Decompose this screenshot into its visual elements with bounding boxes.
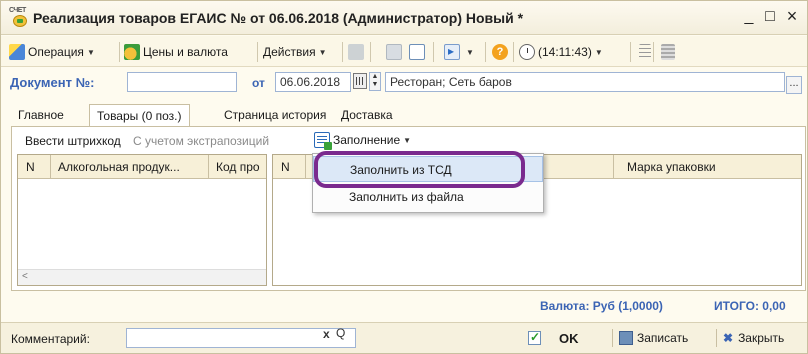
date-spinner[interactable]: ▲ ▼: [369, 72, 381, 91]
horizontal-scrollbar[interactable]: <: [18, 269, 266, 285]
tab-goods[interactable]: Товары (0 поз.): [89, 104, 190, 127]
store-select-button[interactable]: ...: [786, 76, 802, 94]
ok-icon: [528, 330, 541, 345]
time-label: (14:11:43): [538, 45, 592, 59]
store-field[interactable]: Ресторан; Сеть баров: [385, 72, 785, 92]
close-window-button[interactable]: ×: [783, 6, 801, 27]
unpost-icon: [386, 44, 402, 60]
bottom-bar: Комментарий: x Q OK Записать ✖ Закрыть: [1, 322, 807, 353]
coins-icon: [124, 44, 140, 60]
chevron-down-icon: ▼: [594, 47, 603, 57]
operation-button[interactable]: Операция ▼: [9, 43, 95, 61]
chevron-down-icon: ▼: [318, 47, 327, 57]
col-n[interactable]: N: [26, 160, 35, 174]
document-number-field[interactable]: [127, 72, 237, 92]
document-icon: СЧЕТ: [9, 7, 31, 29]
calendar-icon[interactable]: [353, 73, 367, 89]
close-button[interactable]: ✖ Закрыть: [723, 327, 784, 349]
actions-label: Действия: [263, 45, 316, 59]
spin-down-icon[interactable]: ▼: [370, 81, 380, 89]
clock-icon: [519, 44, 535, 60]
maximize-button[interactable]: □: [761, 8, 779, 26]
tab-history[interactable]: Страница история: [217, 104, 333, 126]
print-doc-button[interactable]: [409, 43, 428, 61]
tab-main[interactable]: Главное: [11, 104, 71, 126]
document-number-label: Документ №:: [10, 75, 95, 90]
date-label: от: [252, 76, 265, 90]
comment-field[interactable]: [126, 328, 356, 348]
document-icon: [409, 44, 425, 60]
save-button[interactable]: Записать: [619, 327, 688, 349]
col-n[interactable]: N: [281, 160, 290, 174]
structure-button[interactable]: [639, 43, 654, 61]
window-title: Реализация товаров ЕГАИС № от 06.06.2018…: [33, 10, 524, 26]
spin-up-icon[interactable]: ▲: [370, 73, 380, 81]
highlight-annotation: [314, 151, 525, 188]
col-package-mark[interactable]: Марка упаковки: [627, 160, 716, 174]
scan-barcode-link[interactable]: Ввести штрихкод: [25, 134, 121, 148]
extrapositions-toggle[interactable]: С учетом экстрапозиций: [133, 134, 269, 148]
help-icon: ?: [492, 44, 508, 60]
document-header-row: Документ №: от 06.06.2018 Ресторан; Сеть…: [1, 68, 807, 96]
goto-arrow-icon: [444, 44, 460, 60]
fill-label: Заполнение: [333, 133, 401, 147]
tab-delivery[interactable]: Доставка: [334, 104, 400, 126]
document-window: СЧЕТ Реализация товаров ЕГАИС № от 06.06…: [0, 0, 808, 354]
post-button[interactable]: [348, 43, 367, 61]
operation-label: Операция: [28, 45, 84, 59]
clear-icon[interactable]: x: [323, 327, 330, 341]
operation-icon: [9, 44, 25, 60]
time-button[interactable]: (14:11:43) ▼: [519, 43, 603, 61]
tree-icon: [639, 44, 651, 60]
comment-label: Комментарий:: [11, 332, 90, 346]
chevron-down-icon: ▼: [86, 47, 95, 57]
chevron-down-icon: ▼: [466, 47, 474, 57]
post-icon: [348, 44, 364, 60]
close-label: Закрыть: [738, 331, 785, 345]
save-label: Записать: [637, 331, 689, 345]
app-icon-label: СЧЕТ: [9, 7, 26, 14]
total-label: ИТОГО: 0,00: [714, 299, 786, 313]
totals-row: Валюта: Руб (1,0000) ИТОГО: 0,00: [1, 291, 807, 321]
products-table[interactable]: N Алкогольная продук... Код про <: [17, 154, 267, 286]
help-button[interactable]: ?: [492, 43, 511, 61]
title-bar: СЧЕТ Реализация товаров ЕГАИС № от 06.06…: [1, 1, 807, 35]
fill-button[interactable]: Заполнение ▼: [314, 129, 411, 151]
col-code[interactable]: Код про: [216, 160, 266, 174]
fill-table-icon: [314, 132, 332, 150]
chevron-down-icon: ▼: [403, 135, 412, 145]
scroll-left-icon[interactable]: <: [22, 271, 28, 282]
list-button[interactable]: [661, 43, 678, 61]
prices-currency-button[interactable]: Цены и валюта: [124, 43, 228, 61]
save-icon: [619, 331, 633, 345]
actions-button[interactable]: Действия ▼: [263, 43, 327, 61]
list-icon: [661, 44, 675, 60]
unpost-button[interactable]: [386, 43, 405, 61]
prices-label: Цены и валюта: [143, 45, 228, 59]
close-icon: ✖: [723, 331, 734, 345]
search-icon[interactable]: Q: [336, 326, 345, 340]
date-field[interactable]: 06.06.2018: [275, 72, 351, 92]
goto-button[interactable]: ▼: [444, 43, 474, 61]
col-product[interactable]: Алкогольная продук...: [58, 160, 206, 174]
products-table-header: N Алкогольная продук... Код про: [18, 155, 266, 179]
minimize-button[interactable]: _: [740, 8, 758, 26]
toolbar: Операция ▼ Цены и валюта Действия ▼ ▼ ?: [1, 36, 807, 67]
ok-label: OK: [559, 330, 579, 346]
ok-button[interactable]: OK: [528, 327, 579, 349]
currency-label: Валюта: Руб (1,0000): [540, 299, 663, 313]
